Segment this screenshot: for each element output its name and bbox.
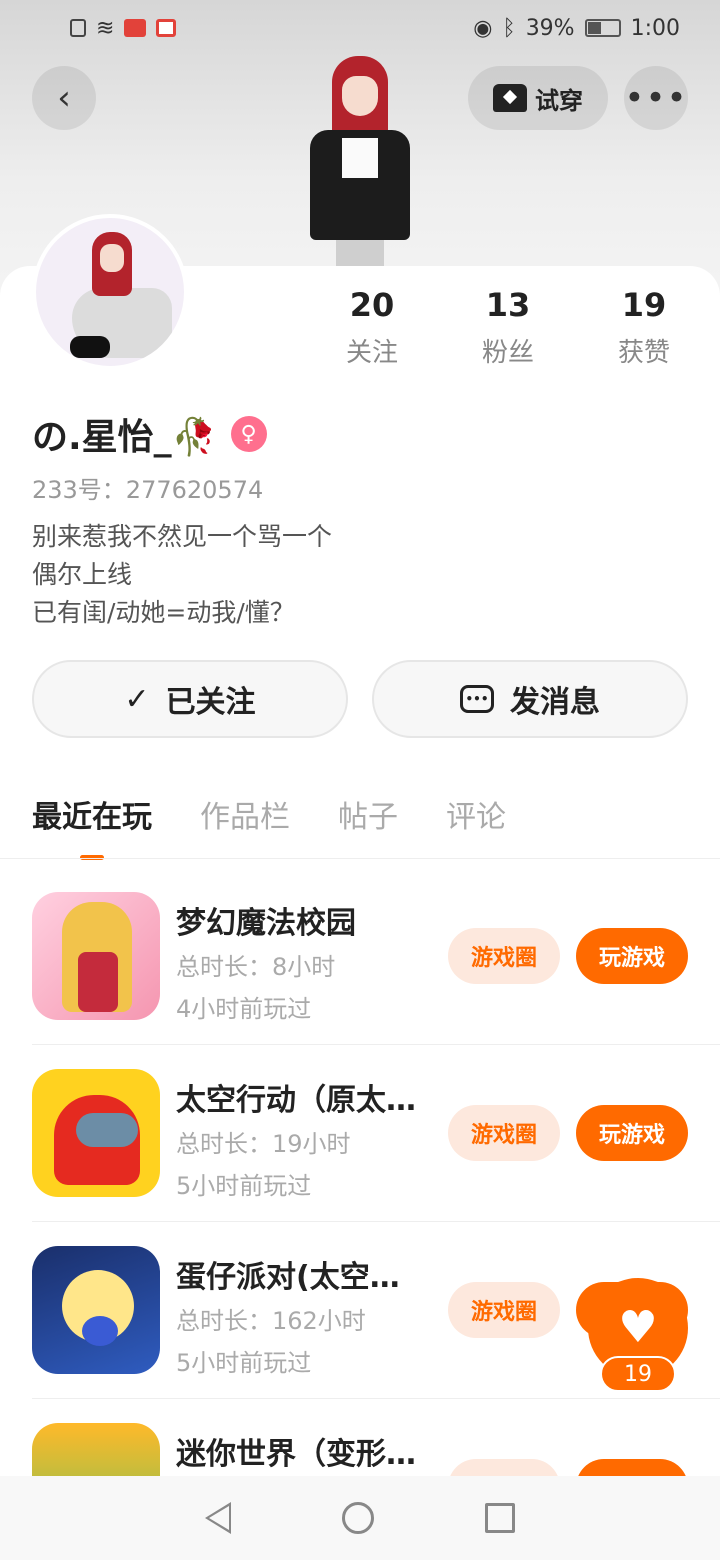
battery-percent: 39% [525, 15, 575, 41]
chat-bubble-icon: ••• [460, 685, 494, 713]
battery-icon [584, 19, 621, 37]
stat-label: 关注 [345, 338, 398, 368]
profile-stats: 20 关注 13 粉丝 19 获赞 [304, 286, 720, 369]
game-title: 梦幻魔法校园 [176, 906, 356, 941]
status-left: ≋ [70, 15, 177, 41]
avatar[interactable] [32, 214, 188, 370]
game-list: 梦幻魔法校园 总时长：8小时 4小时前玩过 游戏圈 玩游戏 太空行动（原太… 总… [0, 868, 720, 1560]
follow-label: 已关注 [165, 685, 256, 720]
nav-recents-icon[interactable] [484, 1503, 515, 1533]
name-row: の.星怡_🥀 ♀ [32, 408, 267, 460]
game-last-played: 4小时前玩过 [176, 995, 312, 1023]
stat-label: 获赞 [617, 338, 670, 368]
eye-icon: ◉ [473, 15, 493, 41]
stat-value: 13 [485, 286, 531, 324]
message-label: 发消息 [510, 685, 600, 720]
game-duration: 总时长：8小时 [176, 953, 336, 981]
follow-button[interactable]: ✓ 已关注 [32, 660, 348, 738]
game-duration: 总时长：19小时 [176, 1130, 351, 1158]
tab-works[interactable]: 作品栏 [200, 792, 290, 854]
check-icon: ✓ [124, 681, 150, 717]
game-meta: 总时长：8小时 4小时前玩过 [176, 946, 335, 1030]
game-meta: 总时长：19小时 5小时前玩过 [176, 1123, 351, 1207]
game-icon[interactable] [32, 1069, 160, 1197]
game-last-played: 5小时前玩过 [176, 1349, 312, 1377]
chevron-left-icon: ‹ [57, 78, 71, 118]
profile-tabs: 最近在玩 作品栏 帖子 评论 [32, 792, 506, 860]
try-on-button[interactable]: 试穿 [468, 66, 608, 130]
stat-value: 20 [349, 286, 395, 324]
game-title: 迷你世界（变形… [176, 1437, 416, 1472]
back-button[interactable]: ‹ [32, 66, 96, 130]
user-id: 233号：277620574 [32, 476, 264, 504]
game-last-played: 5小时前玩过 [176, 1172, 312, 1200]
game-title: 太空行动（原太… [176, 1083, 416, 1118]
clock: 1:00 [630, 15, 680, 41]
game-meta: 总时长：162小时 5小时前玩过 [176, 1300, 366, 1384]
bluetooth-icon: ᛒ [502, 15, 516, 41]
wifi-icon: ≋ [96, 15, 115, 41]
stat-likes[interactable]: 19 获赞 [576, 286, 712, 369]
nav-home-icon[interactable] [341, 1502, 374, 1534]
female-icon: ♀ [230, 416, 267, 452]
stat-label: 粉丝 [481, 338, 534, 368]
try-on-label: 试穿 [535, 86, 583, 115]
app-notification-icon [156, 19, 177, 37]
game-circle-button[interactable]: 游戏圈 [448, 1282, 560, 1338]
game-duration: 总时长：162小时 [176, 1307, 366, 1335]
stat-fans[interactable]: 13 粉丝 [440, 286, 576, 369]
list-item[interactable]: 太空行动（原太… 总时长：19小时 5小时前玩过 游戏圈 玩游戏 [32, 1045, 720, 1222]
status-bar: ≋ ◉ ᛒ 39% 1:00 [0, 0, 720, 56]
play-game-button[interactable]: 玩游戏 [576, 928, 688, 984]
more-button[interactable]: ••• [624, 66, 688, 130]
system-nav-bar [0, 1476, 720, 1560]
bio-line: 偶尔上线 [32, 560, 133, 589]
heart-icon: ♥ [618, 1302, 658, 1353]
alert-icon [70, 19, 86, 37]
shirt-icon [493, 84, 527, 112]
list-item[interactable]: 梦幻魔法校园 总时长：8小时 4小时前玩过 游戏圈 玩游戏 [32, 868, 720, 1045]
divider [0, 858, 720, 859]
tab-comments[interactable]: 评论 [446, 792, 506, 854]
tab-recent[interactable]: 最近在玩 [32, 792, 152, 860]
nav-back-icon[interactable] [205, 1502, 232, 1534]
status-right: ◉ ᛒ 39% 1:00 [473, 16, 680, 41]
game-title: 蛋仔派对(太空… [176, 1260, 400, 1295]
app-notification-icon [124, 19, 147, 37]
like-count: 19 [600, 1356, 676, 1392]
game-circle-button[interactable]: 游戏圈 [448, 928, 560, 984]
tab-posts[interactable]: 帖子 [338, 792, 398, 854]
bio-line: 别来惹我不然见一个骂一个 [32, 522, 333, 551]
character-figure [280, 50, 440, 280]
play-game-button[interactable]: 玩游戏 [576, 1105, 688, 1161]
game-icon[interactable] [32, 892, 160, 1020]
bio-line: 已有闺/动她=动我/懂？ [32, 598, 295, 627]
stat-following[interactable]: 20 关注 [304, 286, 440, 369]
username: の.星怡_🥀 [32, 417, 217, 458]
bio: 别来惹我不然见一个骂一个 偶尔上线 已有闺/动她=动我/懂？ [32, 518, 332, 632]
stat-value: 19 [621, 286, 667, 324]
more-dots-icon: ••• [624, 78, 688, 118]
game-icon[interactable] [32, 1246, 160, 1374]
game-circle-button[interactable]: 游戏圈 [448, 1105, 560, 1161]
message-button[interactable]: ••• 发消息 [372, 660, 688, 738]
